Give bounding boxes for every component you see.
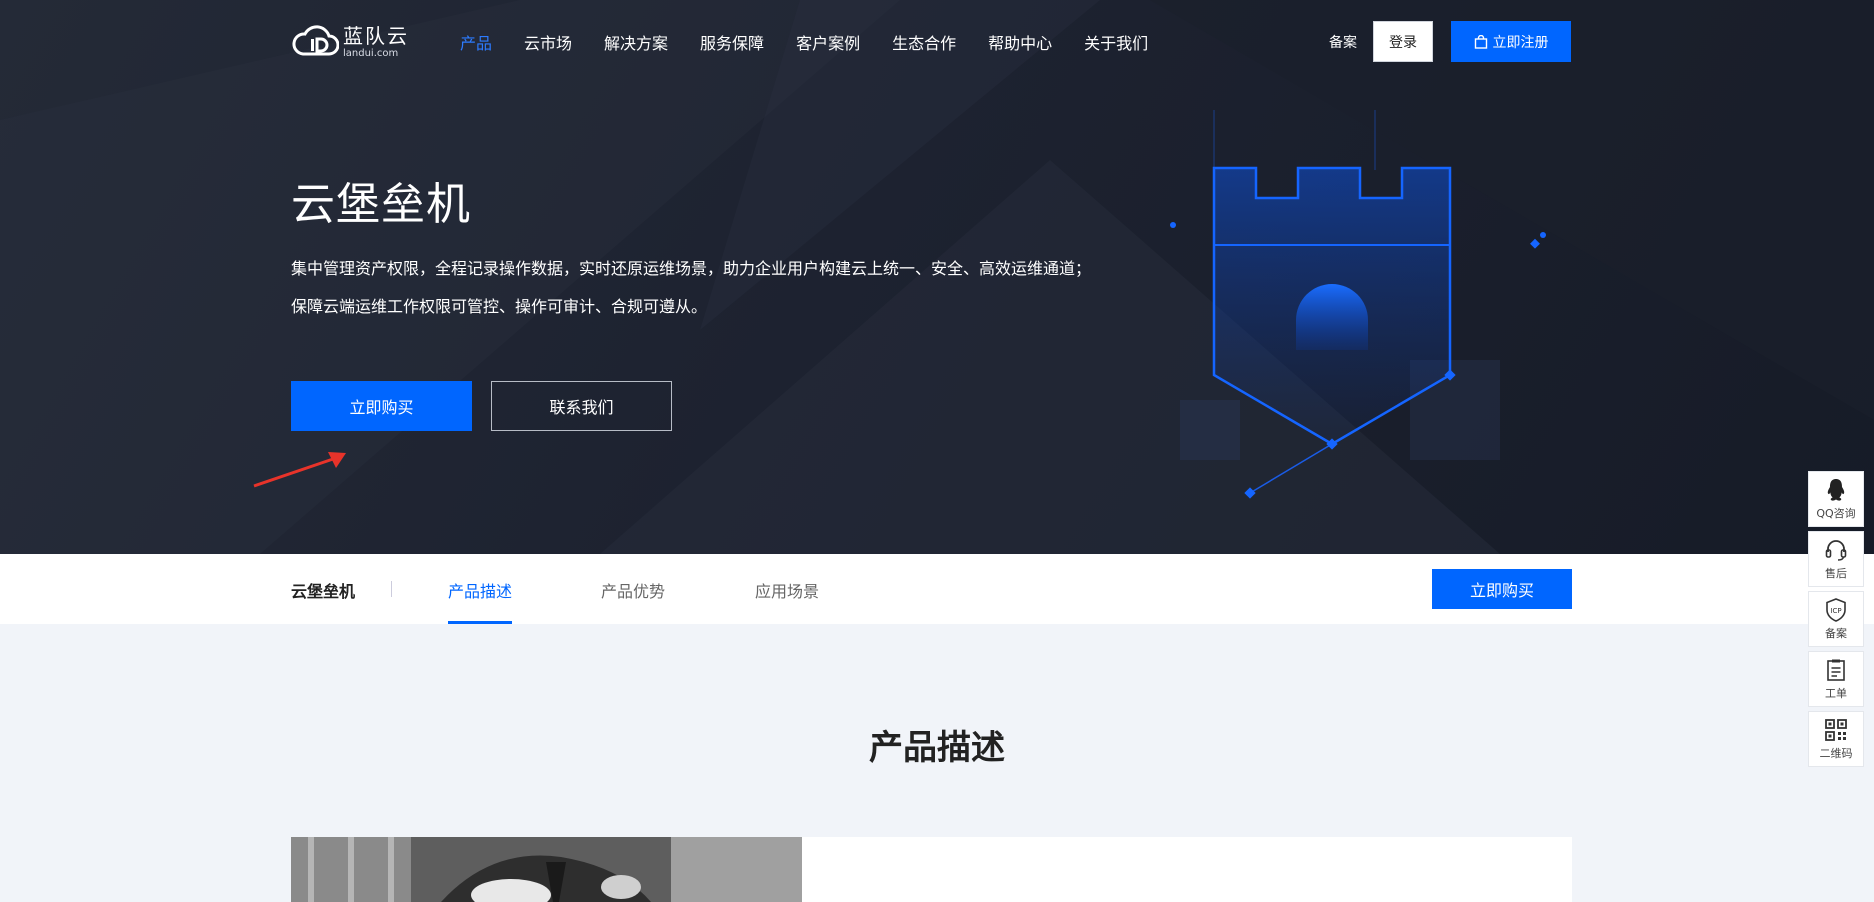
side-label-ticket: 工单 [1825,687,1847,700]
icp-shield-icon: ICP [1826,598,1846,622]
cloud-logo-icon [292,25,339,56]
tab-product-description[interactable]: 产品描述 [448,578,512,602]
side-label-icp: 备案 [1825,627,1847,640]
nav-item-products[interactable]: 产品 [460,30,492,54]
qq-icon [1827,479,1845,501]
contact-us-button[interactable]: 联系我们 [491,381,672,431]
hero-description: 集中管理资产权限，全程记录操作数据，实时还原运维场景，助力企业用户构建云上统一、… [291,250,1091,326]
clipboard-icon [1827,659,1845,681]
subnav-buy-button[interactable]: 立即购买 [1432,569,1572,609]
shopping-bag-icon [1474,34,1487,49]
castle-shield-illustration-icon [1170,110,1546,499]
side-item-qrcode[interactable]: 二维码 [1808,711,1864,767]
red-arrow-annotation-icon [253,452,346,488]
beian-link[interactable]: 备案 [1329,32,1357,52]
subnav-title: 云堡垒机 [291,582,356,601]
nav-item-help[interactable]: 帮助中心 [988,30,1052,54]
headset-icon [1825,540,1847,561]
buy-now-button[interactable]: 立即购买 [291,381,472,431]
hero-banner: 蓝队云 landui.com 产品 云市场 解决方案 服务保障 客户案例 生态合… [0,0,1874,554]
side-item-ticket[interactable]: 工单 [1808,651,1864,707]
login-button[interactable]: 登录 [1373,21,1433,62]
tab-use-cases[interactable]: 应用场景 [755,578,819,602]
brand-name-en: landui.com [343,47,399,59]
description-card [291,837,1572,902]
product-subnav: 云堡垒机 产品描述 产品优势 应用场景 立即购买 [0,554,1874,624]
nav-item-service[interactable]: 服务保障 [700,30,764,54]
photo-placeholder-icon [291,837,802,902]
side-item-after-sales[interactable]: 售后 [1808,531,1864,587]
business-person-photo [291,837,802,902]
side-item-qq[interactable]: QQ咨询 [1808,471,1864,527]
nav-item-marketplace[interactable]: 云市场 [524,30,572,54]
register-label: 立即注册 [1492,34,1549,51]
tab-product-advantages[interactable]: 产品优势 [601,578,665,602]
nav-item-about[interactable]: 关于我们 [1084,30,1148,54]
nav-item-solutions[interactable]: 解决方案 [604,30,668,54]
svg-text:ICP: ICP [1830,607,1841,615]
side-label-qrcode: 二维码 [1819,747,1853,760]
side-item-icp[interactable]: ICP 备案 [1808,591,1864,647]
qrcode-icon [1825,719,1847,741]
brand-logo[interactable]: 蓝队云 landui.com [291,22,409,62]
active-tab-underline [448,621,512,624]
register-button[interactable]: 立即注册 [1451,21,1571,62]
side-label-after-sales: 售后 [1825,567,1847,580]
brand-name-cn: 蓝队云 [343,23,409,48]
subnav-divider [391,581,392,597]
floating-side-widget: QQ咨询 售后 ICP 备案 工单 二维码 [1808,471,1864,771]
nav-item-cases[interactable]: 客户案例 [796,30,860,54]
side-label-qq: QQ咨询 [1816,507,1856,520]
nav-actions: 备案 登录 立即注册 [1329,21,1571,62]
top-navigation: 蓝队云 landui.com 产品 云市场 解决方案 服务保障 客户案例 生态合… [0,0,1874,84]
section-title: 产品描述 [869,728,1005,768]
nav-item-ecosystem[interactable]: 生态合作 [892,30,956,54]
main-menu: 产品 云市场 解决方案 服务保障 客户案例 生态合作 帮助中心 关于我们 [460,30,1180,54]
hero-description-line-1: 集中管理资产权限，全程记录操作数据，实时还原运维场景，助力企业用户构建云上统一、… [291,259,1092,278]
hero-description-line-2: 保障云端运维工作权限可管控、操作可审计、合规可遵从。 [291,297,708,316]
hero-title: 云堡垒机 [291,179,471,230]
